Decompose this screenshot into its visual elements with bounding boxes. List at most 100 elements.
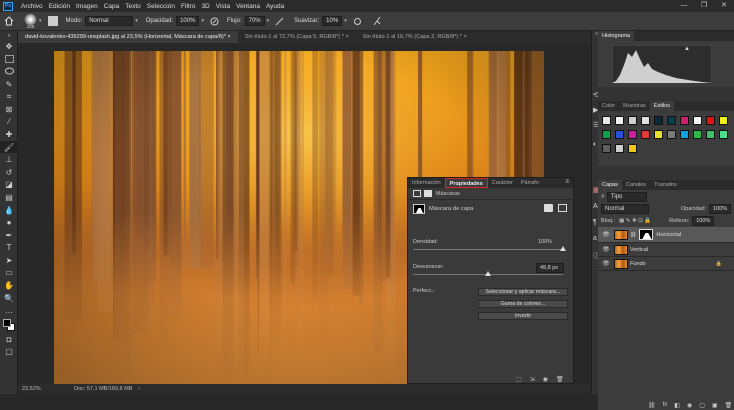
style-swatch[interactable] (693, 130, 702, 139)
delete-mask-icon[interactable]: 🗑 (556, 376, 564, 383)
eyedropper-tool-icon[interactable]: ⁄ (0, 116, 18, 129)
add-mask-icon[interactable]: ◧ (674, 402, 680, 409)
layer-row[interactable]: 👁 Fondo 🔒 (598, 257, 734, 271)
fill-field[interactable]: 100% (692, 216, 715, 226)
adjustment-layer-icon[interactable]: ◉ (687, 402, 692, 409)
character-panel-icon[interactable]: A (593, 203, 598, 210)
density-slider-track[interactable] (413, 249, 563, 250)
layer-filter-select[interactable]: Tipo (606, 191, 647, 202)
smooth-field[interactable]: 10% (322, 16, 343, 26)
minimize-button[interactable]: — (674, 0, 694, 12)
color-swatches[interactable] (0, 317, 18, 333)
fx-icon[interactable]: fx (663, 402, 668, 409)
home-icon[interactable] (4, 16, 14, 26)
glyphs-panel-icon[interactable]: a (593, 235, 597, 242)
lock-icons[interactable]: ▦ ✎ ✥ ⊡ 🔒 (619, 218, 651, 224)
style-swatch[interactable] (641, 130, 650, 139)
quick-selection-tool-icon[interactable]: ✎ (0, 78, 18, 91)
style-swatch[interactable] (706, 116, 715, 125)
eye-icon[interactable]: 👁 (601, 246, 611, 253)
marquee-tool-icon[interactable] (0, 53, 18, 66)
healing-brush-tool-icon[interactable]: ✚ (0, 128, 18, 141)
status-arrow-icon[interactable]: › (138, 386, 140, 392)
tab-estilos[interactable]: Estilos (649, 101, 674, 111)
symmetry-icon[interactable] (372, 16, 382, 26)
eraser-tool-icon[interactable]: ◪ (0, 179, 18, 192)
smoothing-settings-icon[interactable] (353, 17, 362, 26)
airbrush-icon[interactable] (275, 17, 284, 26)
menu-edicion[interactable]: Edición (46, 3, 73, 10)
link-icon[interactable]: ⛓ (630, 232, 636, 238)
feather-field[interactable]: 49,8 px (536, 263, 564, 273)
menu-ventana[interactable]: Ventana (233, 3, 263, 10)
layer-opacity-field[interactable]: 100% (709, 204, 732, 214)
maximize-button[interactable]: ❐ (694, 0, 714, 12)
adjustments-panel-icon[interactable]: ◐ (593, 141, 597, 148)
tab-trazados[interactable]: Trazados (650, 180, 681, 190)
layer-row[interactable]: 👁 Vertical (598, 243, 734, 257)
add-vector-mask-icon[interactable] (558, 204, 567, 212)
invert-button[interactable]: Invertir (478, 312, 568, 320)
crop-tool-icon[interactable]: ⌗ (0, 90, 18, 103)
brush-tool-icon[interactable]: 🖌 (0, 140, 18, 154)
brush-panel-icon[interactable] (47, 16, 58, 26)
type-tool-icon[interactable]: T (0, 242, 18, 255)
flow-field[interactable]: 70% (244, 16, 265, 26)
menu-3d[interactable]: 3D (198, 3, 212, 10)
style-swatch[interactable] (654, 130, 663, 139)
paragraph-panel-icon[interactable]: ¶ (593, 219, 597, 226)
style-swatch[interactable] (667, 130, 676, 139)
style-swatch[interactable] (693, 116, 702, 125)
select-and-mask-button[interactable]: Seleccionar y aplicar máscara... (478, 288, 568, 296)
select-pixel-mask-icon[interactable] (544, 204, 553, 212)
quick-mask-icon[interactable]: ◘ (0, 333, 18, 346)
apply-mask-icon[interactable]: ⇲ (530, 376, 535, 383)
blur-tool-icon[interactable]: 💧 (0, 204, 18, 217)
chevron-down-icon[interactable]: ▾ (39, 18, 42, 24)
screen-mode-icon[interactable]: ▢ (0, 346, 18, 359)
menu-capa[interactable]: Capa (101, 3, 123, 10)
pen-tool-icon[interactable]: ✒ (0, 229, 18, 242)
path-selection-tool-icon[interactable]: ➤ (0, 254, 18, 267)
menu-imagen[interactable]: Imagen (73, 3, 101, 10)
dodge-tool-icon[interactable]: ● (0, 216, 18, 229)
frame-tool-icon[interactable]: ⊠ (0, 103, 18, 116)
layer-row[interactable]: 👁 ⛓ Horizontal (598, 227, 734, 243)
layer-mask-thumbnail[interactable] (639, 229, 654, 240)
brush-preset-picker[interactable]: 125 (24, 13, 37, 29)
menu-ayuda[interactable]: Ayuda (263, 3, 287, 10)
style-swatch[interactable] (719, 130, 728, 139)
style-swatch[interactable] (641, 116, 650, 125)
group-icon[interactable]: ▢ (699, 402, 705, 409)
style-swatch[interactable] (602, 116, 611, 125)
style-swatch[interactable] (719, 116, 728, 125)
style-swatch[interactable] (628, 130, 637, 139)
style-swatch[interactable] (628, 116, 637, 125)
histogram-warning-icon[interactable]: ▲ (684, 46, 690, 52)
style-swatch[interactable] (628, 144, 637, 153)
style-swatch[interactable] (667, 116, 676, 125)
layer-name[interactable]: Vertical (630, 247, 648, 253)
document-tab-2[interactable]: Sin título-1 al 72,7% (Capa 5, RGB/8*) *… (238, 31, 356, 43)
mode-select[interactable]: Normal (85, 16, 134, 26)
style-swatch[interactable] (615, 144, 624, 153)
toggle-mask-visibility-icon[interactable]: ◉ (543, 376, 548, 383)
style-swatch[interactable] (602, 130, 611, 139)
style-swatch[interactable] (680, 116, 689, 125)
close-window-button[interactable]: ✕ (714, 0, 734, 12)
tab-caracter[interactable]: Carácter (488, 178, 517, 188)
blend-mode-select[interactable]: Normal (601, 204, 649, 214)
tab-capas[interactable]: Capas (598, 180, 622, 190)
density-slider-thumb[interactable] (560, 246, 566, 251)
edit-toolbar-icon[interactable]: … (0, 304, 18, 317)
rectangle-tool-icon[interactable]: ▭ (0, 267, 18, 280)
style-swatch[interactable] (615, 116, 624, 125)
menu-archivo[interactable]: Archivo (18, 3, 46, 10)
color-range-button[interactable]: Gama de colores... (478, 300, 568, 308)
eye-icon[interactable]: 👁 (601, 231, 611, 238)
hand-tool-icon[interactable]: ✋ (0, 279, 18, 292)
tab-parrafo[interactable]: Párrafo (517, 178, 543, 188)
tab-propiedades[interactable]: Propiedades (444, 178, 488, 188)
document-tab-1[interactable]: david-kovalenko-436299-unsplash.jpg al 2… (18, 31, 238, 43)
gradient-tool-icon[interactable]: ▤ (0, 191, 18, 204)
